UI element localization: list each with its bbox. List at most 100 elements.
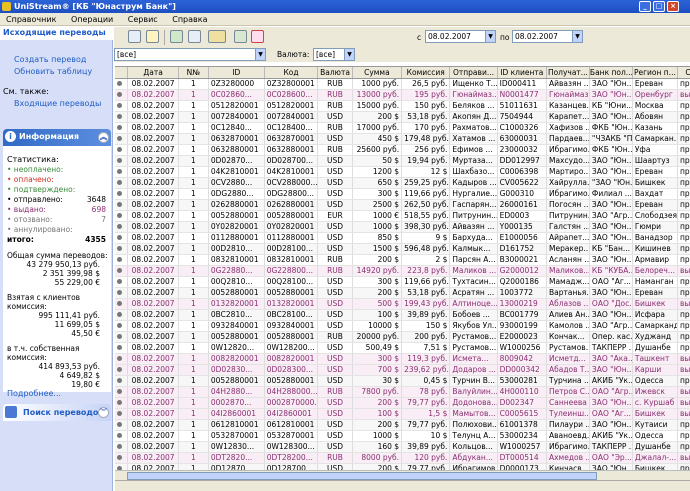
table-row[interactable]: 08.02.2007 1 0052880001 0052880001 EUR 1000 €…	[115, 210, 690, 222]
own-usd: 4 649,82 $	[59, 371, 100, 380]
table-cell: USD	[317, 441, 353, 453]
search-panel-header[interactable]: Поиск переводов ︾	[3, 404, 111, 421]
currency-select[interactable]: [все] ▼	[313, 48, 355, 61]
table-row[interactable]: 08.02.2007 1 0Z3280000 0Z32800001 RUB 1000 ру…	[115, 78, 690, 90]
column-header[interactable]	[115, 67, 129, 79]
menu-operations[interactable]: Операции	[65, 13, 119, 26]
delete-icon[interactable]	[251, 30, 264, 43]
column-header[interactable]: Комиссия	[401, 67, 451, 79]
row-status-icon	[117, 399, 122, 405]
table-cell: Ибрагимо...	[546, 188, 590, 200]
table-row[interactable]: 08.02.2007 1 0072840001 0072840001 USD 200 $5…	[115, 111, 690, 123]
expand-chevron-icon[interactable]: ︾	[98, 407, 109, 418]
table-cell: 04K2810001	[264, 166, 319, 178]
table-row[interactable]: 08.02.2007 1 0G22880... 0G228800... RUB 14920…	[115, 265, 690, 277]
table-row[interactable]: 08.02.2007 1 0262880001 0262880001 USD 2500 $…	[115, 199, 690, 211]
table-row[interactable]: 08.02.2007 1 0532870001 0532870001 USD 1000 $…	[115, 430, 690, 442]
table-row[interactable]: 08.02.2007 1 04I2860001 04I2860001 USD 100 $1…	[115, 408, 690, 420]
refresh-table-link[interactable]: Обновить таблицу	[0, 66, 113, 78]
table-cell: ЗАО "Юн...	[589, 419, 633, 431]
menu-reference[interactable]: Справочник	[0, 13, 62, 26]
column-header[interactable]: N№	[178, 67, 209, 79]
chevron-down-icon: ▼	[344, 49, 354, 60]
table-cell: Худжанд	[632, 331, 678, 343]
date-from-field[interactable]: 08.02.2007 ▼	[425, 30, 496, 43]
column-header[interactable]: Статус	[677, 67, 690, 79]
collapse-chevron-icon[interactable]: ︽	[98, 132, 109, 143]
table-row[interactable]: 08.02.2007 1 0DT2820... 0DT28200... RUB 8000 …	[115, 452, 690, 464]
table-row[interactable]: 08.02.2007 1 0632870001 0632870001 USD 450 $1…	[115, 133, 690, 145]
row-status-icon	[117, 179, 122, 185]
column-header[interactable]: Получат...	[546, 67, 590, 79]
table-cell: Ибрагимо...	[546, 144, 590, 156]
table-cell: 61001378	[497, 419, 547, 431]
table-row[interactable]: 08.02.2007 1 0932840001 0932840001 USD 10000 …	[115, 320, 690, 332]
table-row[interactable]: 08.02.2007 1 0DG2880... 0DG28800... USD 300 $…	[115, 188, 690, 200]
table-row[interactable]: 08.02.2007 1 0D02870... 0D028700... USD 50 $1…	[115, 155, 690, 167]
column-header[interactable]: Сумма	[352, 67, 403, 79]
table-cell: Бишкек	[632, 463, 678, 470]
new-icon[interactable]	[128, 30, 141, 43]
date-to-field[interactable]: 08.02.2007 ▼	[512, 30, 583, 43]
stat-row: • аннулировано:	[4, 225, 110, 235]
table-row[interactable]: 08.02.2007 1 04H2880... 04H288000... RUB 7800…	[115, 386, 690, 398]
column-header[interactable]: Отправи...	[449, 67, 498, 79]
table-row[interactable]: 08.02.2007 1 0082820001 0082820001 USD 300 $1…	[115, 353, 690, 365]
incoming-transfers-link[interactable]: Входящие переводы	[0, 98, 113, 110]
info-panel-header[interactable]: i Информация ︽	[3, 129, 111, 146]
table-row[interactable]: 08.02.2007 1 0W12830... 0W128300... USD 160 $…	[115, 441, 690, 453]
table-row[interactable]: 08.02.2007 1 04K2810001 04K2810001 USD 1200 $…	[115, 166, 690, 178]
table-row[interactable]: 08.02.2007 1 0132820001 0132820001 USD 500 $1…	[115, 298, 690, 310]
column-header[interactable]: Регион п...	[632, 67, 678, 79]
horizontal-scrollbar[interactable]	[115, 470, 690, 480]
transfers-table: Дата N№ ID Код Валюта Сумма Комиссия Отправи...…	[115, 66, 690, 470]
close-button[interactable]: ×	[667, 1, 679, 12]
menu-service[interactable]: Сервис	[122, 13, 164, 26]
table-row[interactable]: 08.02.2007 1 0052880001 0052880001 USD 30 $0,…	[115, 375, 690, 387]
print-icon[interactable]	[208, 30, 226, 43]
table-cell: 2500 $	[352, 199, 403, 211]
column-header[interactable]: ID	[208, 67, 265, 79]
table-row[interactable]: 08.02.2007 1 0002870... 0002870000... USD 200…	[115, 397, 690, 409]
table-cell: Айвазян ...	[546, 78, 590, 90]
table-row[interactable]: 08.02.2007 1 0632880001 0632880001 RUB 25600 …	[115, 144, 690, 156]
column-header[interactable]: ID клиента	[497, 67, 547, 79]
table-row[interactable]: 08.02.2007 1 00Q2810... 00Q28100... USD 300 $…	[115, 276, 690, 288]
edit-icon[interactable]	[234, 30, 247, 43]
minimize-button[interactable]: _	[639, 1, 651, 12]
table-row[interactable]: 08.02.2007 1 0D12870... 0D128700... USD 200 $…	[115, 463, 690, 470]
create-transfer-link[interactable]: Создать перевод	[0, 54, 113, 66]
table-row[interactable]: 08.02.2007 1 0052880001 0052880001 RUB 20000 …	[115, 331, 690, 343]
more-link[interactable]: Подробнее...	[4, 389, 110, 399]
scrollbar-thumb[interactable]	[127, 472, 597, 480]
table-row[interactable]: 08.02.2007 1 0CV2880... 0CV288000... USD 650 …	[115, 177, 690, 189]
table-row[interactable]: 08.02.2007 1 0C02860... 0C028600... RUB 13000…	[115, 89, 690, 101]
table-row[interactable]: 08.02.2007 1 0612810001 0612810001 USD 200 $7…	[115, 419, 690, 431]
table-row[interactable]: 08.02.2007 1 0Y02820001 0Y02820001 USD 1000 $…	[115, 221, 690, 233]
refresh-icon[interactable]	[170, 30, 183, 43]
column-header[interactable]: Банк пол...	[589, 67, 633, 79]
table-row[interactable]: 08.02.2007 1 0W12820... 0W128200... USD 500,4…	[115, 342, 690, 354]
table-cell: приня	[677, 221, 690, 233]
document-icon[interactable]	[188, 30, 201, 43]
table-cell: Одесса	[632, 430, 678, 442]
table-row[interactable]: 08.02.2007 1 0C12840... 0C128400... RUB 17000…	[115, 122, 690, 134]
column-header[interactable]: Код	[264, 67, 319, 79]
column-header[interactable]: Дата	[127, 67, 179, 79]
table-row[interactable]: 08.02.2007 1 0832810001 0832810001 RUB 200 $2…	[115, 254, 690, 266]
table-row[interactable]: 08.02.2007 1 0BC2810... 0BC28100... USD 100 $…	[115, 309, 690, 321]
table-row[interactable]: 08.02.2007 1 0112880001 0112880001 USD 850 $9…	[115, 232, 690, 244]
table-row[interactable]: 08.02.2007 1 0052880001 0052880001 USD 200 $5…	[115, 287, 690, 299]
table-row[interactable]: 08.02.2007 1 0512820001 0512820001 RUB 15000 …	[115, 100, 690, 112]
table-row[interactable]: 08.02.2007 1 00D2810... 00D28100... USD 1500 …	[115, 243, 690, 255]
table-cell: выдан	[677, 353, 690, 365]
open-icon[interactable]	[146, 30, 159, 43]
filter-select[interactable]: [все] ▼	[114, 48, 266, 61]
menu-help[interactable]: Справка	[166, 13, 213, 26]
column-header[interactable]: Валюта	[317, 67, 353, 79]
table-cell: BC001779	[497, 309, 547, 321]
table-cell: 0832810001	[264, 254, 319, 266]
maximize-button[interactable]: □	[653, 1, 665, 12]
table-row[interactable]: 08.02.2007 1 0D02830... 0D028300... USD 700 $…	[115, 364, 690, 376]
table-cell: 0BC28100...	[264, 309, 319, 321]
